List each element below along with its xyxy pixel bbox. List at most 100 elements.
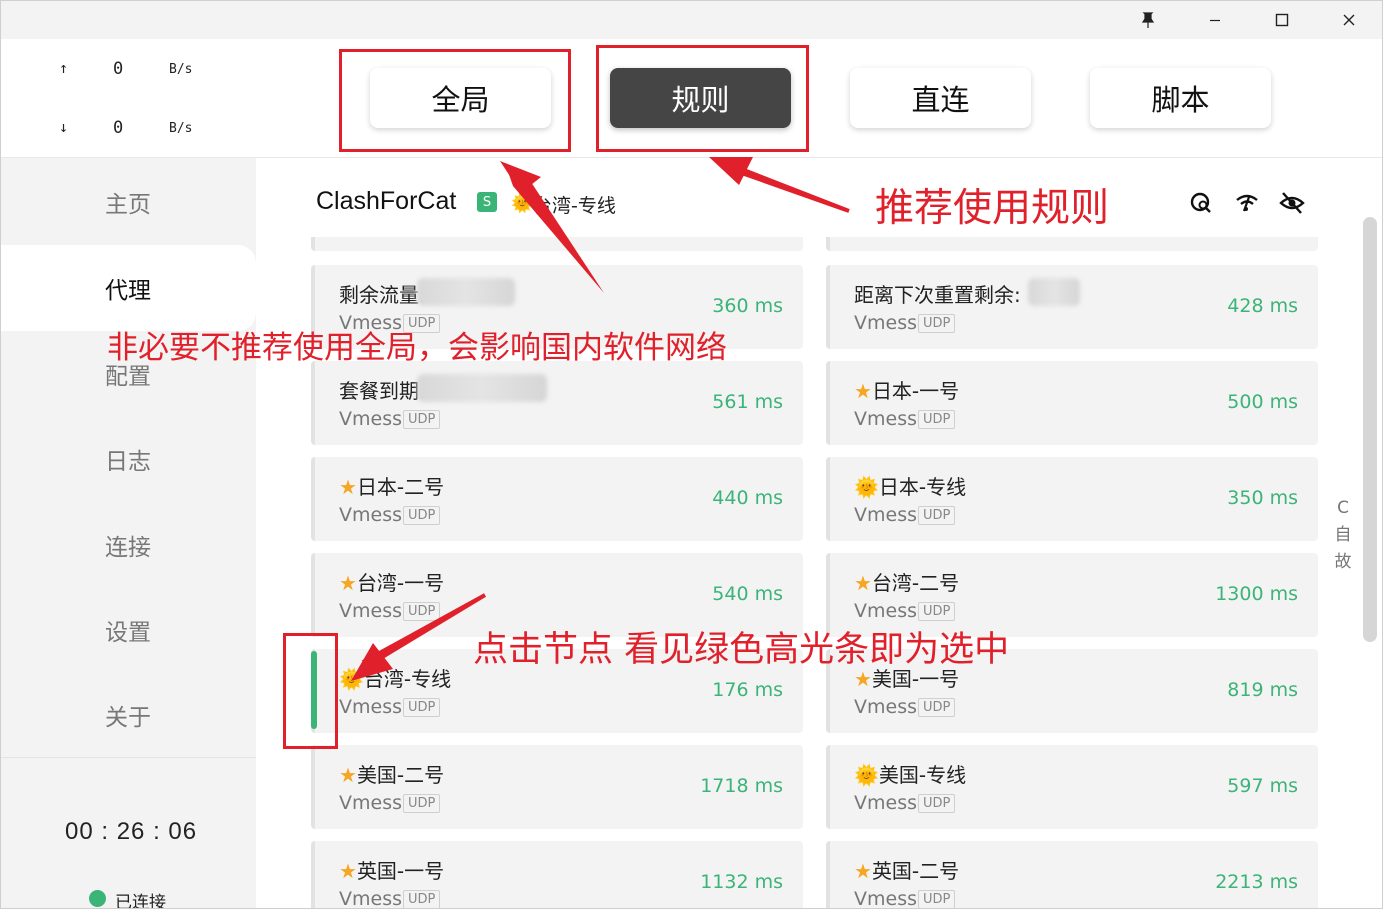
star-icon: ★ xyxy=(339,763,357,787)
proxy-card-partial[interactable] xyxy=(311,237,803,251)
udp-badge: UDP xyxy=(918,410,956,429)
sidebar: ↑ 0 B/s ↓ 0 B/s 主页 代理 配置 日志 连接 设置 关于 00 … xyxy=(1,39,256,909)
sidebar-item-label: 设置 xyxy=(105,620,151,646)
sidebar-item-label: 主页 xyxy=(105,192,151,218)
status-panel: 00 : 26 : 06 已连接 xyxy=(1,757,256,909)
proxy-name-text: 台湾-二号 xyxy=(871,571,960,595)
maximize-button[interactable] xyxy=(1252,1,1312,39)
redacted-value xyxy=(1028,278,1080,306)
sidebar-item-proxy[interactable]: 代理 xyxy=(1,245,256,331)
close-button[interactable] xyxy=(1319,1,1379,39)
connection-status: 已连接 xyxy=(115,893,166,909)
sidebar-item-home[interactable]: 主页 xyxy=(1,159,256,245)
scrollbar[interactable] xyxy=(1363,217,1377,642)
proxy-delay[interactable]: 1132 ms xyxy=(700,871,783,893)
proxy-type: Vmess xyxy=(339,792,402,814)
sidebar-item-label: 日志 xyxy=(105,449,151,475)
proxy-type: Vmess xyxy=(339,408,402,430)
mode-direct-button[interactable]: 直连 xyxy=(850,68,1031,128)
proxy-group-title: ClashForCat xyxy=(316,187,457,215)
proxy-name: ★日本-二号 xyxy=(339,471,444,500)
proxy-delay[interactable]: 1718 ms xyxy=(700,775,783,797)
annotation-box-select xyxy=(283,633,338,749)
proxy-delay[interactable]: 440 ms xyxy=(712,487,783,509)
proxy-card-partial[interactable] xyxy=(826,237,1318,251)
proxy-name-text: 美国-二号 xyxy=(356,763,445,787)
annotation-box-global xyxy=(339,49,571,152)
proxy-type: Vmess xyxy=(854,696,917,718)
mode-script-button[interactable]: 脚本 xyxy=(1090,68,1271,128)
sun-icon: 🌞 xyxy=(339,667,364,691)
side-tool-item[interactable]: C xyxy=(1331,495,1355,522)
proxy-name-text: 剩余流量: xyxy=(339,283,426,307)
proxy-card[interactable]: 🌞美国-专线 Vmess UDP 597 ms xyxy=(826,745,1318,829)
proxy-delay[interactable]: 1300 ms xyxy=(1215,583,1298,605)
proxy-card[interactable]: 🌞日本-专线 Vmess UDP 350 ms xyxy=(826,457,1318,541)
connection-status-dot-icon xyxy=(89,890,106,907)
selected-proxy-label: 台湾-专线 xyxy=(533,195,616,217)
sidebar-item-logs[interactable]: 日志 xyxy=(1,416,256,502)
sidebar-item-about[interactable]: 关于 xyxy=(1,672,256,758)
proxy-name-text: 距离下次重置剩余: xyxy=(854,283,1021,307)
sidebar-item-settings[interactable]: 设置 xyxy=(1,587,256,673)
proxy-delay[interactable]: 819 ms xyxy=(1227,679,1298,701)
proxy-card[interactable]: 套餐到期: Vmess UDP 561 ms xyxy=(311,361,803,445)
minimize-button[interactable] xyxy=(1185,1,1245,39)
proxy-name-text: 英国-一号 xyxy=(356,859,445,883)
proxy-delay[interactable]: 597 ms xyxy=(1227,775,1298,797)
star-icon: ★ xyxy=(339,475,357,499)
sidebar-item-label: 连接 xyxy=(105,535,151,561)
sidebar-item-connections[interactable]: 连接 xyxy=(1,502,256,588)
udp-badge: UDP xyxy=(403,698,441,717)
proxy-delay[interactable]: 540 ms xyxy=(712,583,783,605)
uptime-timer: 00 : 26 : 06 xyxy=(65,818,198,845)
latency-test-icon[interactable] xyxy=(1188,189,1216,217)
sidebar-item-label: 代理 xyxy=(105,278,151,304)
eye-off-icon[interactable] xyxy=(1278,189,1306,217)
star-icon: ★ xyxy=(854,571,872,595)
proxy-delay[interactable]: 561 ms xyxy=(712,391,783,413)
proxy-name: 套餐到期: xyxy=(339,375,426,404)
upload-unit: B/s xyxy=(169,62,193,77)
side-tool-item[interactable]: 自 xyxy=(1331,522,1355,549)
annotation-click-node: 点击节点 看见绿色高光条即为选中 xyxy=(473,630,1010,670)
annotation-not-global: 非必要不推荐使用全局，会影响国内软件网络 xyxy=(107,330,727,366)
proxy-name-text: 台湾-一号 xyxy=(356,571,445,595)
proxy-type: Vmess xyxy=(854,888,917,909)
proxy-name-text: 套餐到期: xyxy=(339,379,426,403)
proxy-group-header: ClashForCat S 🌞 台湾-专线 xyxy=(256,159,1382,237)
proxy-delay[interactable]: 428 ms xyxy=(1227,295,1298,317)
traffic-panel: ↑ 0 B/s ↓ 0 B/s xyxy=(1,39,256,158)
proxy-type: Vmess xyxy=(854,408,917,430)
proxy-delay[interactable]: 176 ms xyxy=(712,679,783,701)
udp-badge: UDP xyxy=(918,698,956,717)
proxy-card[interactable]: ★日本-一号 Vmess UDP 500 ms xyxy=(826,361,1318,445)
udp-badge: UDP xyxy=(403,506,441,525)
proxy-type: Vmess xyxy=(854,504,917,526)
download-speed: ↓ 0 B/s xyxy=(1,118,256,148)
proxy-name: ★日本-一号 xyxy=(854,375,959,404)
proxy-card[interactable]: ★英国-二号 Vmess UDP 2213 ms xyxy=(826,841,1318,909)
pin-icon[interactable] xyxy=(1118,1,1178,39)
proxy-type: Vmess xyxy=(339,696,402,718)
proxy-card[interactable]: ★日本-二号 Vmess UDP 440 ms xyxy=(311,457,803,541)
udp-badge: UDP xyxy=(918,314,956,333)
side-tool-item[interactable]: 故 xyxy=(1331,549,1355,576)
wifi-icon[interactable] xyxy=(1233,189,1261,217)
proxy-delay[interactable]: 500 ms xyxy=(1227,391,1298,413)
proxy-delay[interactable]: 360 ms xyxy=(712,295,783,317)
proxy-name: ★美国-二号 xyxy=(339,759,444,788)
proxy-delay[interactable]: 350 ms xyxy=(1227,487,1298,509)
proxy-card[interactable]: ★美国-二号 Vmess UDP 1718 ms xyxy=(311,745,803,829)
proxy-type: Vmess xyxy=(339,888,402,909)
udp-badge: UDP xyxy=(918,890,956,908)
udp-badge: UDP xyxy=(403,602,441,621)
proxy-delay[interactable]: 2213 ms xyxy=(1215,871,1298,893)
proxy-card[interactable]: ★英国-一号 Vmess UDP 1132 ms xyxy=(311,841,803,909)
proxy-card[interactable]: 距离下次重置剩余: Vmess UDP 428 ms xyxy=(826,265,1318,349)
title-bar xyxy=(1,1,1382,39)
proxy-name-text: 台湾-专线 xyxy=(363,667,452,691)
proxy-name-text: 日本-专线 xyxy=(878,475,967,499)
proxy-type: Vmess xyxy=(854,600,917,622)
redacted-value xyxy=(417,278,515,306)
